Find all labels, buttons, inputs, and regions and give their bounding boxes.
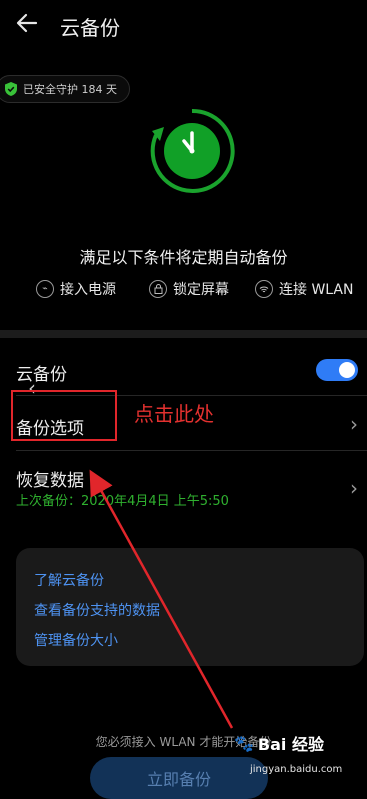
baidu-watermark: 🐾 Bai 经验 (234, 733, 324, 755)
watermark-url: jingyan.baidu.com (250, 764, 343, 775)
annotation-arrow (89, 469, 234, 729)
paw-logo-icon: 🐾 (234, 733, 254, 753)
